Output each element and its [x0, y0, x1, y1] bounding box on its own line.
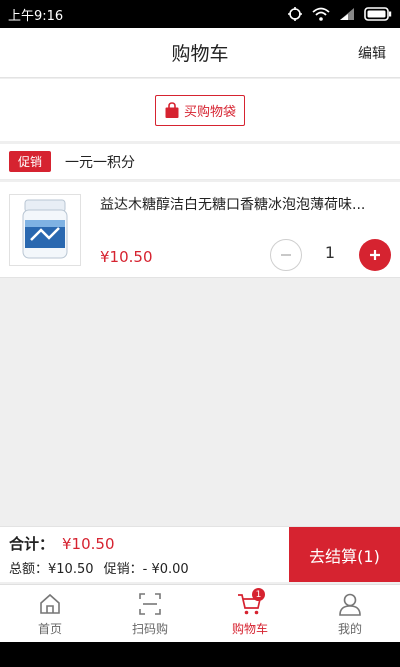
decrease-quantity-button[interactable] — [270, 239, 302, 271]
buy-bag-label: 买购物袋 — [183, 104, 236, 120]
tab-cart[interactable]: 1 购物车 — [200, 585, 300, 642]
promo-text: 一元一积分 — [65, 154, 136, 171]
user-icon — [339, 593, 361, 616]
tab-profile-label: 我的 — [337, 622, 362, 636]
tab-home-label: 首页 — [37, 622, 62, 636]
cart-screen: 上午9:16 购物车 编辑 买购物袋 促销 一元一积分 益达木糖醇洁白无糖口香糖… — [0, 0, 400, 667]
tab-home[interactable]: 首页 — [0, 585, 100, 642]
tab-cart-label: 购物车 — [231, 622, 268, 636]
total-line: 合计： ¥10.50 — [9, 533, 115, 554]
status-time: 上午9:16 — [8, 8, 64, 24]
cart-count-badge: 1 — [252, 588, 265, 601]
promo-row: 促销 一元一积分 — [0, 144, 400, 180]
increase-quantity-button[interactable] — [359, 239, 391, 271]
wifi-icon — [312, 7, 330, 21]
summary-line: 总额：¥10.50 促销：- ¥0.00 — [9, 558, 195, 577]
total-label: 合计： — [9, 535, 55, 553]
sync-icon — [288, 7, 302, 21]
header: 购物车 编辑 — [0, 28, 400, 78]
sum-text: 总额：¥10.50 — [9, 562, 94, 577]
product-price: ¥10.50 — [100, 248, 153, 266]
tab-scan-label: 扫码购 — [131, 622, 168, 636]
checkout-bar: 合计： ¥10.50 总额：¥10.50 促销：- ¥0.00 去结算(1) — [0, 526, 400, 582]
battery-icon — [364, 7, 392, 21]
buy-bag-button[interactable]: 买购物袋 — [154, 94, 245, 126]
tab-bar: 首页 扫码购 1 购物车 我的 — [0, 584, 400, 642]
product-image[interactable] — [9, 194, 81, 266]
gum-bottle-image — [22, 199, 68, 259]
total-amount: ¥10.50 — [62, 535, 115, 553]
plus-icon — [370, 250, 380, 260]
bag-row: 买购物袋 — [0, 79, 400, 141]
signal-icon — [340, 8, 354, 20]
status-icons — [287, 6, 392, 22]
home-icon — [40, 593, 60, 614]
scan-icon — [139, 593, 161, 615]
minus-icon — [281, 254, 291, 256]
checkout-button[interactable]: 去结算(1) — [289, 527, 400, 582]
cart-icon-wrap: 1 — [237, 588, 265, 617]
tab-profile[interactable]: 我的 — [300, 585, 400, 642]
edit-button[interactable]: 编辑 — [358, 43, 386, 63]
cart-item[interactable]: 益达木糖醇洁白无糖口香糖冰泡泡薄荷味... ¥10.50 1 — [0, 182, 400, 278]
tab-scan[interactable]: 扫码购 — [100, 585, 200, 642]
page-title: 购物车 — [171, 43, 229, 65]
shopping-bag-icon — [165, 101, 179, 118]
status-bar: 上午9:16 — [0, 0, 400, 28]
product-title[interactable]: 益达木糖醇洁白无糖口香糖冰泡泡薄荷味... — [100, 194, 394, 214]
promo-badge: 促销 — [9, 151, 52, 172]
promo-discount-text: 促销：- ¥0.00 — [103, 562, 189, 577]
system-nav-bar — [0, 642, 400, 667]
quantity-value: 1 — [324, 243, 336, 262]
